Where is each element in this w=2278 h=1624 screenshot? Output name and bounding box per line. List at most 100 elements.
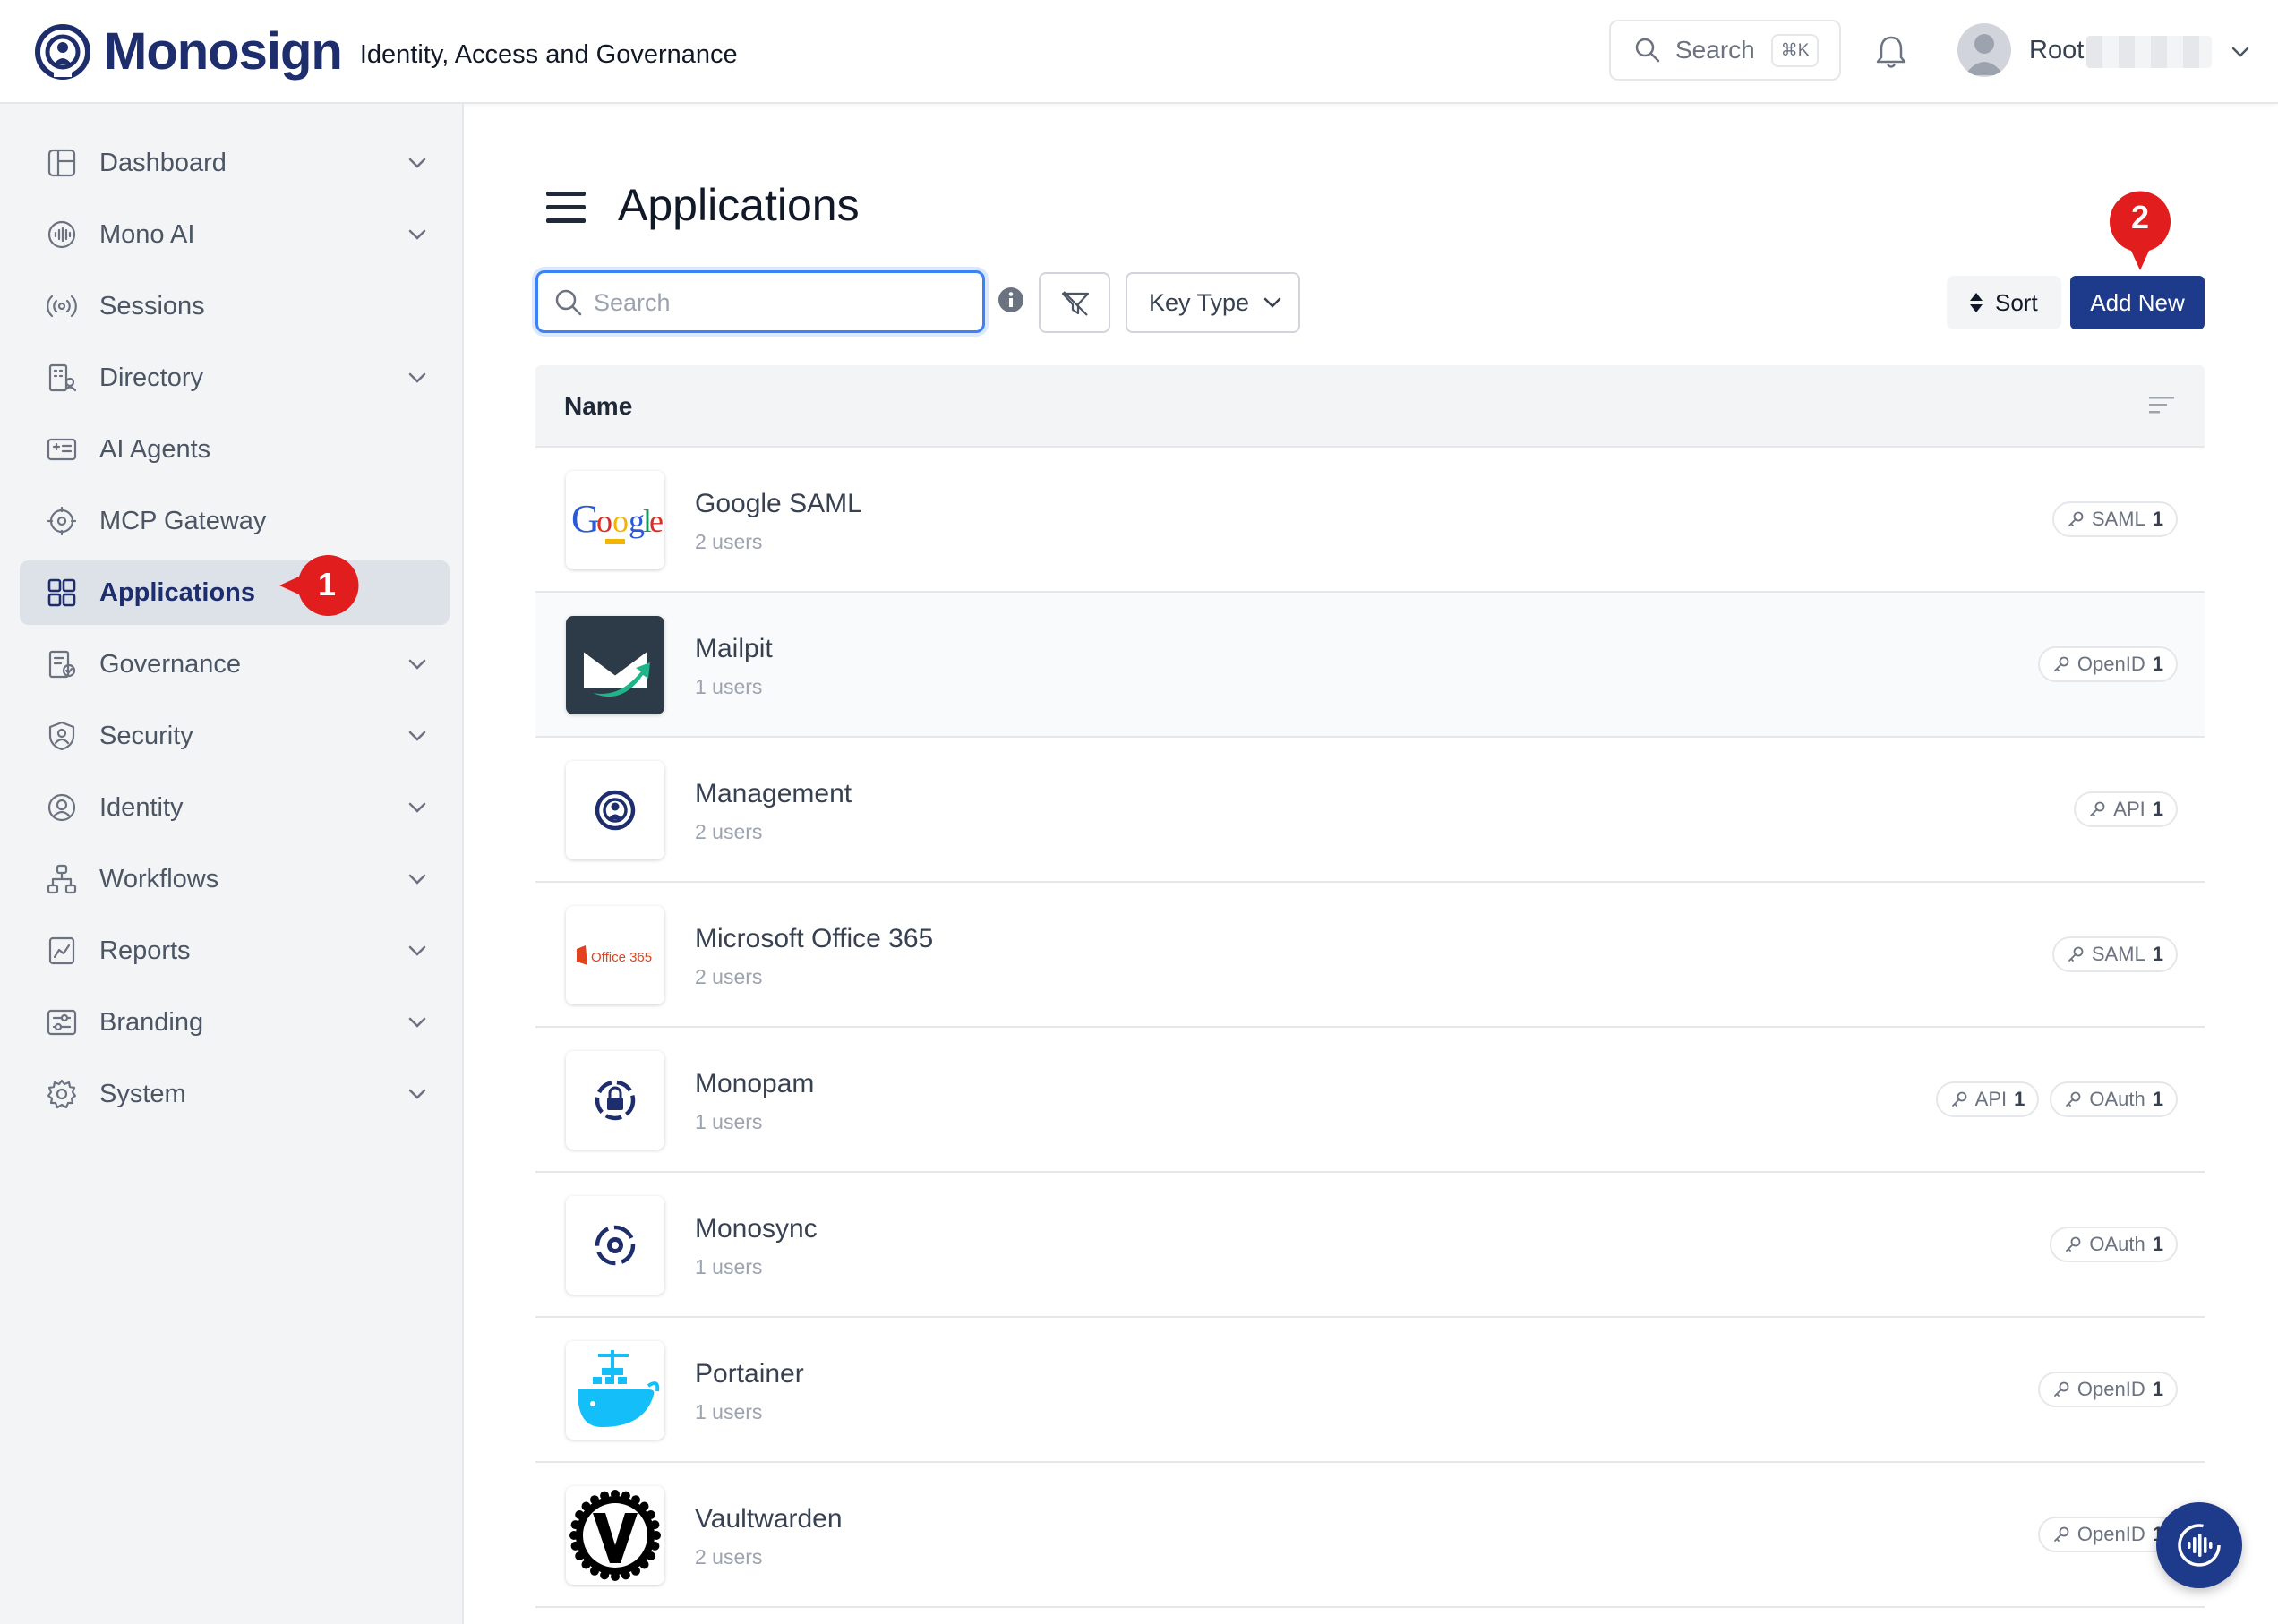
app-name[interactable]: Google SAML (695, 489, 862, 519)
chevron-down-icon[interactable] (407, 367, 428, 389)
badge-type: OpenID (2077, 1378, 2145, 1400)
sort-button[interactable]: Sort (1947, 276, 2061, 329)
sidebar-item-label: Dashboard (99, 148, 227, 177)
table-row[interactable]: Mailpit 1 users OpenID 1 (535, 593, 2205, 738)
sidebar-item-identity[interactable]: Identity (20, 775, 450, 840)
chevron-down-icon[interactable] (407, 868, 428, 890)
sidebar-item-label: Governance (99, 649, 241, 679)
sort-icon (1970, 293, 1983, 312)
sidebar-item-label: Workflows (99, 864, 219, 893)
brand[interactable]: Monosign Identity, Access and Governance (34, 21, 738, 81)
table-row[interactable]: Vaultwarden2 usersOpenID1 (535, 1463, 2205, 1608)
sidebar-item-label: Identity (99, 792, 184, 822)
svg-text:o: o (612, 503, 629, 539)
chevron-down-icon[interactable] (407, 940, 428, 962)
add-new-button[interactable]: Add New (2070, 276, 2205, 329)
app-name[interactable]: Vaultwarden (695, 1504, 843, 1534)
google-groups-logo: G o o g l e (566, 471, 664, 569)
badge-type: OpenID (2077, 653, 2145, 675)
chevron-down-icon[interactable] (407, 725, 428, 747)
sidebar-item-security[interactable]: Security (20, 704, 450, 768)
app-name[interactable]: Monosync (695, 1214, 818, 1244)
user-circle-icon (47, 793, 76, 822)
app-name[interactable]: Mailpit (695, 634, 773, 664)
monosync-logo (566, 1196, 664, 1295)
badge-type: SAML (2091, 943, 2145, 965)
avatar[interactable] (1957, 23, 2011, 77)
chevron-down-icon[interactable] (407, 1012, 428, 1033)
sidebar-item-ai-agents[interactable]: AI Agents (20, 417, 450, 482)
clear-filter-button[interactable] (1039, 272, 1110, 333)
table-row[interactable]: G o o g l e Google SAML 2 users SAML 1 (535, 448, 2205, 593)
sidebar-item-label: Applications (99, 577, 256, 607)
app-name[interactable]: Monopam (695, 1069, 814, 1099)
badge-type: API (1974, 1088, 2008, 1110)
svg-text:e: e (649, 503, 664, 539)
office365-logo: Office 365 (566, 906, 664, 1004)
mailpit-logo (566, 616, 664, 714)
svg-text:G: G (571, 497, 600, 541)
brand-name: Monosign (104, 22, 343, 81)
app-name[interactable]: Management (695, 779, 852, 809)
key-icon (2054, 1526, 2069, 1542)
badge-type: SAML (2091, 508, 2145, 530)
key-icon (2066, 1236, 2081, 1252)
monosign-logo-icon (35, 23, 90, 80)
key-type-badge: OAuth 1 (2050, 1081, 2178, 1117)
column-header-name[interactable]: Name (564, 392, 632, 421)
chevron-down-icon[interactable] (407, 1083, 428, 1105)
chevron-down-icon[interactable] (407, 654, 428, 675)
table-row[interactable]: Management 2 users API 1 (535, 738, 2205, 883)
global-search-button[interactable]: Search ⌘K (1609, 20, 1841, 81)
step-marker-1: 1 (279, 553, 362, 618)
sidebar-item-mcp-gateway[interactable]: MCP Gateway (20, 489, 450, 553)
grid-icon (47, 578, 76, 607)
app-user-count: 2 users (695, 1545, 763, 1568)
app-search-field[interactable] (535, 270, 985, 333)
table-row[interactable]: Office 365 Microsoft Office 365 2 users SAM… (535, 883, 2205, 1028)
table-row[interactable]: Monosync 1 users OAuth 1 (535, 1173, 2205, 1318)
app-user-count: 1 users (695, 1110, 763, 1133)
sidebar-item-workflows[interactable]: Workflows (20, 847, 450, 911)
menu-toggle-icon[interactable] (546, 190, 586, 226)
sidebar-item-sessions[interactable]: Sessions (20, 274, 450, 338)
table-row[interactable]: Monopam 1 users API 1 OAuth 1 (535, 1028, 2205, 1173)
app-name[interactable]: Microsoft Office 365 (695, 924, 933, 954)
key-type-label: Key Type (1149, 288, 1250, 316)
app-search-input[interactable] (594, 284, 970, 321)
sidebar-item-label: Sessions (99, 291, 205, 321)
key-type-badge: API 1 (2074, 791, 2178, 827)
chevron-down-icon[interactable] (407, 224, 428, 245)
sidebar-item-mono-ai[interactable]: Mono AI (20, 202, 450, 267)
table-row[interactable]: Portainer 1 users OpenID 1 (535, 1318, 2205, 1463)
sidebar-item-dashboard[interactable]: Dashboard (20, 131, 450, 195)
sidebar-item-governance[interactable]: Governance (20, 632, 450, 697)
key-icon (2066, 1091, 2081, 1107)
sidebar-item-label: Mono AI (99, 219, 195, 249)
info-icon[interactable] (998, 286, 1024, 313)
column-sort-icon[interactable] (2147, 392, 2176, 417)
key-type-dropdown[interactable]: Key Type (1126, 272, 1300, 333)
key-type-badge: SAML 1 (2051, 501, 2178, 537)
key-badges: OAuth 1 (2050, 1227, 2178, 1262)
app-name[interactable]: Portainer (695, 1359, 804, 1389)
sidebar-item-applications[interactable]: Applications (20, 560, 450, 625)
sidebar-item-reports[interactable]: Reports (20, 919, 450, 983)
table-header: Name (535, 365, 2205, 448)
app-user-count: 2 users (695, 820, 763, 843)
sidebar-item-label: Directory (99, 363, 204, 392)
bell-icon[interactable] (1875, 34, 1907, 70)
badge-type: OpenID (2077, 1523, 2145, 1545)
user-name[interactable]: Root (2029, 36, 2084, 65)
search-shortcut: ⌘K (1770, 33, 1820, 67)
key-icon (2068, 511, 2084, 526)
key-badges: API 1 OAuth 1 (1935, 1081, 2178, 1117)
chevron-down-icon[interactable] (407, 152, 428, 174)
chevron-down-icon[interactable] (407, 797, 428, 818)
sidebar-item-branding[interactable]: Branding (20, 990, 450, 1055)
chevron-down-icon[interactable] (2230, 41, 2251, 63)
sidebar-item-system[interactable]: System (20, 1062, 450, 1126)
mono-ai-chat-button[interactable] (2156, 1502, 2242, 1588)
sidebar-item-directory[interactable]: Directory (20, 346, 450, 410)
monopam-logo (566, 1051, 664, 1150)
